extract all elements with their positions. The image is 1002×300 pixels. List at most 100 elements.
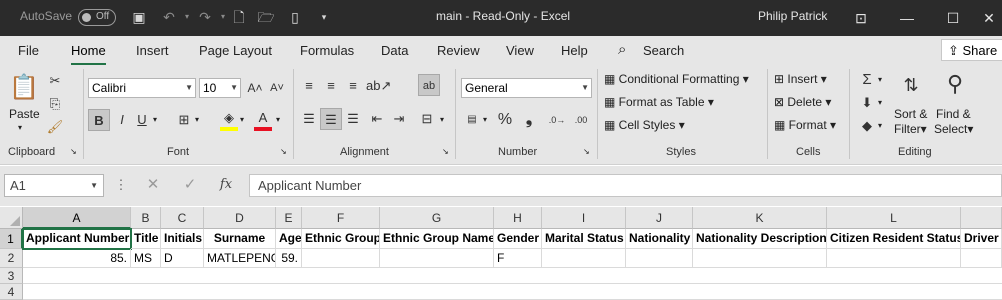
enter-check-icon[interactable]: ✓ <box>179 174 201 196</box>
tab-page-layout[interactable]: Page Layout <box>199 43 272 58</box>
clipboard-launcher-icon[interactable]: ↘ <box>70 147 77 156</box>
copy-icon[interactable]: ⎘ <box>44 93 66 115</box>
row-header[interactable]: 1 <box>0 229 23 249</box>
select-dropdown[interactable]: Select▾ <box>934 122 973 136</box>
minimize-icon[interactable]: — <box>884 0 930 36</box>
fill-icon[interactable]: ⬇ <box>856 92 878 114</box>
alignment-launcher-icon[interactable]: ↘ <box>442 147 449 156</box>
tab-data[interactable]: Data <box>381 43 408 58</box>
column-header[interactable]: J <box>626 207 693 229</box>
align-right-icon[interactable]: ☰ <box>342 108 364 130</box>
number-launcher-icon[interactable]: ↘ <box>583 147 590 156</box>
row-header[interactable]: 2 <box>0 249 23 268</box>
row-header[interactable]: 4 <box>0 284 23 300</box>
cell[interactable] <box>302 249 380 268</box>
chevron-down-icon[interactable]: ▾ <box>240 115 244 124</box>
comma-style-icon[interactable]: ❟ <box>518 109 540 131</box>
undo-icon[interactable]: ↶ <box>160 8 178 26</box>
cell-header[interactable]: Age <box>276 229 302 249</box>
tab-insert[interactable]: Insert <box>136 43 169 58</box>
chevron-down-icon[interactable]: ▾ <box>483 115 487 124</box>
bold-button[interactable]: B <box>88 109 110 131</box>
cell[interactable] <box>380 249 494 268</box>
name-box[interactable]: A1 ▼ <box>4 174 104 197</box>
column-header[interactable]: H <box>494 207 542 229</box>
column-header[interactable]: B <box>131 207 161 229</box>
decrease-indent-icon[interactable]: ⇤ <box>366 108 388 130</box>
chevron-down-icon[interactable]: ▾ <box>440 115 444 124</box>
number-format-box[interactable]: General ▼ <box>461 78 592 98</box>
ribbon-display-options-icon[interactable]: ⊡ <box>838 0 884 36</box>
font-name-box[interactable]: Calibri ▼ <box>88 78 196 98</box>
cell-styles-button[interactable]: ▦ Cell Styles ▾ <box>604 118 685 132</box>
empty-row[interactable] <box>23 268 1002 284</box>
column-header[interactable] <box>961 207 1002 229</box>
tab-review[interactable]: Review <box>437 43 480 58</box>
middle-align-icon[interactable]: ≡ <box>320 75 342 97</box>
cell-header[interactable]: Initials <box>161 229 204 249</box>
new-file-icon[interactable]: ▯ <box>286 8 304 26</box>
empty-row[interactable] <box>23 284 1002 300</box>
column-header[interactable]: D <box>204 207 276 229</box>
font-launcher-icon[interactable]: ↘ <box>280 147 287 156</box>
open-folder-icon[interactable]: 🗁 <box>257 8 275 26</box>
cell[interactable]: D <box>161 249 204 268</box>
tab-home[interactable]: Home <box>71 43 106 65</box>
paste-dropdown-icon[interactable]: ▾ <box>18 123 22 132</box>
cell[interactable]: MATLEPENG <box>204 249 276 268</box>
increase-decimal-icon[interactable]: .0→ <box>546 109 568 131</box>
redo-icon[interactable]: ↷ <box>196 8 214 26</box>
row-header[interactable]: 3 <box>0 268 23 284</box>
cell[interactable]: 59. <box>276 249 302 268</box>
autosum-icon[interactable]: Σ <box>856 69 878 91</box>
orientation-icon[interactable]: ab↗ <box>366 75 391 97</box>
close-icon[interactable]: ✕ <box>976 0 1002 36</box>
format-painter-icon[interactable]: 🖌 <box>44 116 66 138</box>
delete-cells-button[interactable]: ⊠ Delete ▾ <box>774 95 831 109</box>
underline-button[interactable]: U <box>131 109 153 131</box>
save-icon[interactable]: ▣ <box>130 8 148 26</box>
tab-formulas[interactable]: Formulas <box>300 43 354 58</box>
format-as-table-button[interactable]: ▦ Format as Table ▾ <box>604 95 714 109</box>
column-header[interactable]: I <box>542 207 626 229</box>
column-header[interactable]: K <box>693 207 827 229</box>
chevron-down-icon[interactable]: ▾ <box>276 115 280 124</box>
chevron-down-icon[interactable]: ▾ <box>153 115 157 124</box>
filter-dropdown[interactable]: Filter▾ <box>894 122 927 136</box>
print-preview-icon[interactable]: 🗋 <box>230 8 248 26</box>
formula-input[interactable]: Applicant Number <box>249 174 1002 197</box>
column-header[interactable]: L <box>827 207 961 229</box>
conditional-formatting-button[interactable]: ▦ Conditional Formatting ▾ <box>604 72 749 86</box>
cell-header[interactable]: Ethnic Group Name <box>380 229 494 249</box>
font-size-box[interactable]: 10 ▼ <box>199 78 241 98</box>
chevron-down-icon[interactable]: ▾ <box>878 98 882 107</box>
chevron-down-icon[interactable]: ▾ <box>878 75 882 84</box>
chevron-down-icon[interactable]: ▾ <box>195 115 199 124</box>
more-options-icon[interactable]: ⋮ <box>110 174 132 196</box>
cell[interactable] <box>961 249 1002 268</box>
format-cells-button[interactable]: ▦ Format ▾ <box>774 118 836 132</box>
italic-button[interactable]: I <box>111 109 133 131</box>
cell-header[interactable]: Gender <box>494 229 542 249</box>
column-header[interactable]: E <box>276 207 302 229</box>
find-magnifier-icon[interactable]: ⚲ <box>940 69 970 99</box>
wrap-text-icon[interactable]: ab <box>418 74 440 96</box>
cell[interactable] <box>626 249 693 268</box>
increase-indent-icon[interactable]: ⇥ <box>388 108 410 130</box>
accounting-format-icon[interactable]: ▤ <box>461 109 483 131</box>
decrease-decimal-icon[interactable]: .00 <box>570 109 592 131</box>
paste-label[interactable]: Paste <box>9 107 40 121</box>
tab-help[interactable]: Help <box>561 43 588 58</box>
insert-cells-button[interactable]: ⊞ Insert ▾ <box>774 72 827 86</box>
user-name[interactable]: Philip Patrick <box>758 9 827 23</box>
percent-style-button[interactable]: % <box>494 109 516 131</box>
cell[interactable] <box>827 249 961 268</box>
cell-header[interactable]: Nationality Description <box>693 229 827 249</box>
cell-a1[interactable]: Applicant Number <box>22 228 132 250</box>
select-all-button[interactable] <box>0 207 23 229</box>
insert-function-icon[interactable]: fx <box>215 174 237 196</box>
increase-font-size-icon[interactable]: A˄ <box>244 77 266 99</box>
cell-header[interactable]: Driver <box>961 229 1002 249</box>
share-button[interactable]: ⇪ Share <box>941 39 1002 61</box>
align-center-icon[interactable]: ☰ <box>320 108 342 130</box>
